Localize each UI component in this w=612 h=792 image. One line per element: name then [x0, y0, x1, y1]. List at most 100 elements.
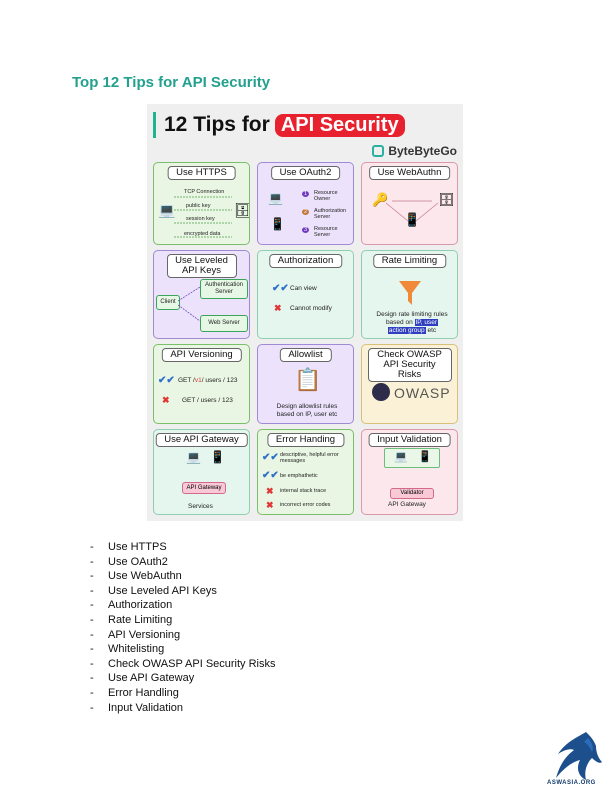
list-item: Rate Limiting: [90, 613, 276, 628]
rate-highlight-ip-user: IP, user: [414, 319, 439, 326]
card-input-validation: Input Validation 💻 📱 Validator API Gatew…: [361, 429, 458, 515]
phone-icon: 📱: [210, 450, 225, 464]
card-title: Input Validation: [368, 433, 451, 447]
funnel-icon: [399, 281, 421, 305]
card-owasp: Check OWASP API Security Risks OWASP: [361, 344, 458, 424]
api-gateway-box: API Gateway: [182, 482, 226, 494]
error-tip-2: be emphathetic: [280, 473, 318, 479]
cross-icon: ✖: [162, 395, 170, 405]
card-title: Rate Limiting: [372, 254, 447, 268]
allowlist-desc-1: Design allowlist rules: [276, 403, 338, 410]
list-item: Error Handling: [90, 686, 276, 701]
card-title: Use Leveled API Keys: [166, 254, 237, 278]
rate-desc-1: Design rate limiting rules: [376, 311, 448, 318]
step-1: 1: [302, 191, 309, 197]
poster-title-highlight: API Security: [274, 113, 405, 137]
page-heading: Top 12 Tips for API Security: [72, 74, 271, 91]
list-item: Use HTTPS: [90, 540, 276, 555]
web-server-box: Web Server: [200, 315, 248, 332]
list-item: Whitelisting: [90, 642, 276, 657]
card-use-oauth2: Use OAuth2 💻 📱 1 2 3 Resource Owner Auth…: [257, 162, 354, 245]
resource-owner-label: Resource Owner: [314, 190, 338, 202]
bad-version-url: GET / users / 123: [182, 397, 233, 404]
card-title: Check OWASP API Security Risks: [367, 348, 452, 382]
poster-title: 12 Tips for API Security: [153, 112, 405, 138]
card-use-webauthn: Use WebAuthn 🔑 🗄 📱: [361, 162, 458, 245]
client-box: Client: [156, 295, 180, 310]
laptop-icon: 💻: [186, 450, 201, 464]
title-accent-bar: [153, 112, 156, 138]
brand-logo: ByteByteGo: [372, 144, 457, 158]
clipboard-icon: 📋: [294, 367, 322, 392]
card-title: Use OAuth2: [270, 166, 341, 180]
cross-icon: ✖: [266, 500, 274, 510]
card-authorization: Authorization ✔✔ Can view ✖ Cannot modif…: [257, 250, 354, 339]
resource-server-label: Resource Server: [314, 226, 338, 238]
cross-icon: ✖: [274, 303, 282, 313]
rate-desc-2: based on IP, user: [370, 319, 454, 326]
logo-text: ASWASIA.ORG: [547, 780, 596, 786]
laptop-icon: 💻: [394, 451, 408, 463]
api-security-poster: 12 Tips for API Security ByteByteGo Use …: [147, 104, 463, 521]
card-title: API Versioning: [161, 348, 242, 362]
step-3: 3: [302, 227, 309, 233]
rate-desc-3: action group etc: [370, 327, 454, 334]
list-item: Use API Gateway: [90, 671, 276, 686]
services-label: Services: [188, 503, 213, 510]
card-api-versioning: API Versioning ✔✔ GET /v1/ users / 123 ✖…: [153, 344, 250, 424]
webauthn-arrows: [385, 200, 439, 222]
good-version-url: GET /v1/ users / 123: [178, 377, 238, 384]
card-title: Use HTTPS: [167, 166, 236, 180]
list-item: Use Leveled API Keys: [90, 584, 276, 599]
gateway-label: API Gateway: [388, 501, 426, 508]
url-suffix: / users / 123: [201, 377, 238, 384]
list-item: Input Validation: [90, 701, 276, 716]
check-icon: ✔✔: [272, 283, 289, 294]
error-tip-3: internal stack trace: [280, 488, 327, 494]
owasp-logo-text: OWASP: [394, 385, 451, 401]
phone-icon: 📱: [270, 217, 285, 231]
list-item: Use OAuth2: [90, 555, 276, 570]
eagle-logo-icon: [556, 732, 602, 780]
card-allowlist: Allowlist 📋 Design allowlist rules based…: [257, 344, 354, 424]
card-use-https: Use HTTPS 💻 🗄 TCP Connection public key …: [153, 162, 250, 245]
check-icon: ✔✔: [158, 375, 175, 386]
card-title: Allowlist: [279, 348, 332, 362]
error-tip-4: incorrect error codes: [280, 502, 331, 508]
list-item: API Versioning: [90, 628, 276, 643]
allowlist-desc-2: based on IP, user etc: [276, 411, 338, 418]
auth-server-box: Authentication Server: [200, 279, 248, 299]
list-item: Use WebAuthn: [90, 569, 276, 584]
rate-highlight-action-group: action group: [387, 327, 426, 334]
phone-icon: 📱: [418, 451, 432, 463]
apikey-arrows: [178, 286, 201, 322]
card-error-handling: Error Handing ✔✔ descriptive, helpful er…: [257, 429, 354, 515]
url-prefix: GET /: [178, 377, 195, 384]
list-item: Check OWASP API Security Risks: [90, 657, 276, 672]
brand-name: ByteByteGo: [388, 144, 457, 158]
poster-title-text: 12 Tips for: [164, 113, 270, 136]
laptop-icon: 💻: [268, 191, 283, 205]
can-view-label: Can view: [290, 285, 317, 292]
card-title: Use API Gateway: [155, 433, 248, 447]
error-tip-1: descriptive, helpful error messages: [280, 452, 339, 464]
cannot-modify-label: Cannot modify: [290, 305, 332, 312]
check-icon: ✔✔: [262, 452, 279, 463]
https-arrows: [174, 196, 232, 238]
server-icon: 🗄: [234, 203, 249, 217]
step-2: 2: [302, 209, 309, 215]
authorization-server-label: Authorization Server: [314, 208, 347, 220]
url-version: v1: [194, 377, 202, 384]
card-title: Error Handing: [266, 433, 345, 447]
check-icon: ✔✔: [262, 470, 279, 481]
rate-desc-etc: etc: [427, 327, 437, 334]
card-title: Use WebAuthn: [368, 166, 451, 180]
rate-desc-based: based on: [385, 319, 413, 326]
tips-list: Use HTTPS Use OAuth2 Use WebAuthn Use Le…: [90, 540, 276, 715]
cross-icon: ✖: [266, 486, 274, 496]
card-api-gateway: Use API Gateway 💻 📱 API Gateway Services: [153, 429, 250, 515]
brand-icon: [372, 145, 385, 157]
owasp-logo-icon: [372, 383, 390, 401]
card-rate-limiting: Rate Limiting Design rate limiting rules…: [361, 250, 458, 339]
card-leveled-api-keys: Use Leveled API Keys Client Authenticati…: [153, 250, 250, 339]
